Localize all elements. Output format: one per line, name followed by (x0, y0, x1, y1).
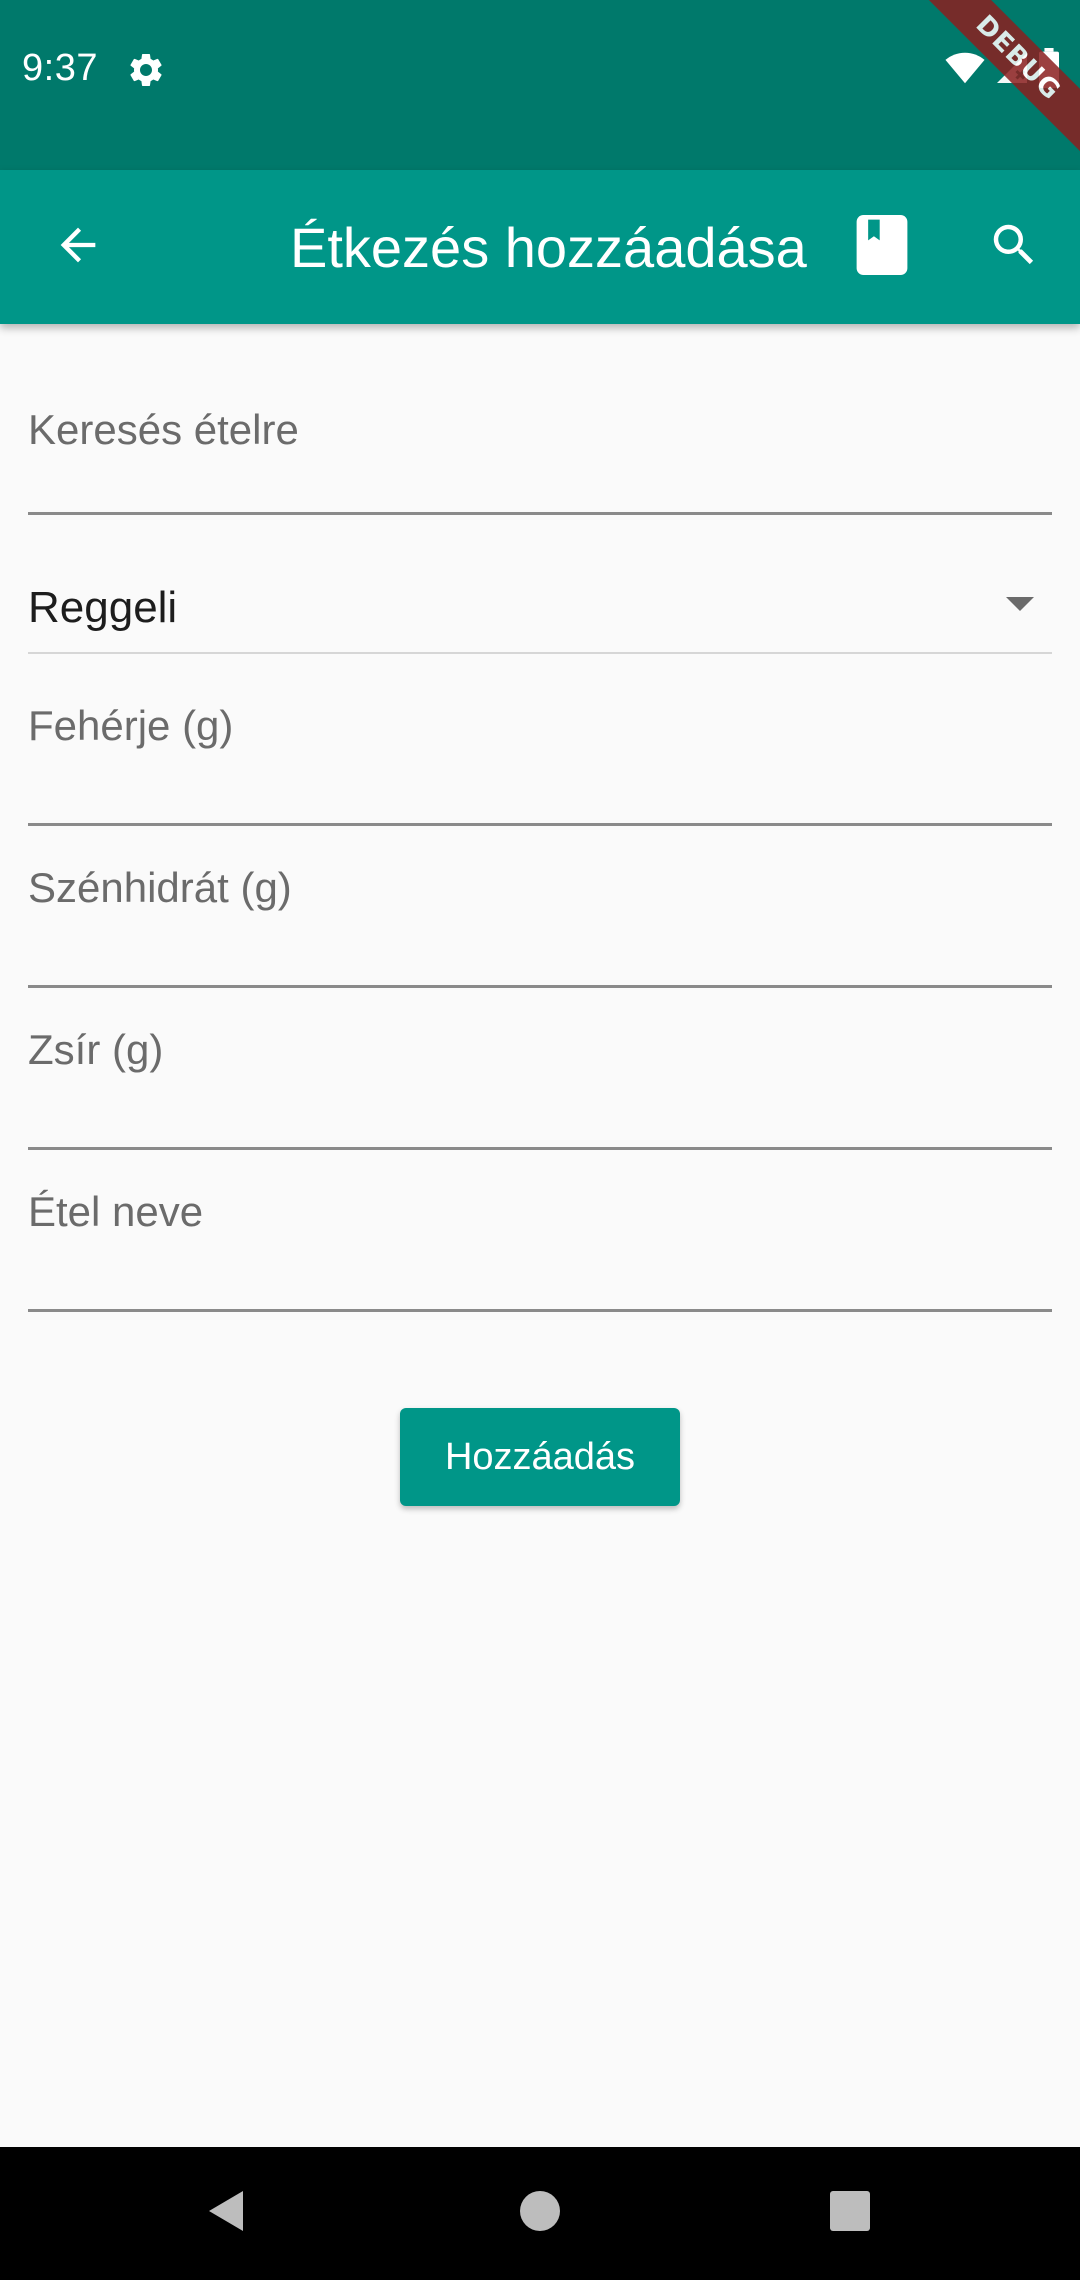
fat-label: Zsír (g) (28, 1026, 164, 1073)
food-name-label: Étel neve (28, 1188, 204, 1235)
protein-label: Fehérje (g) (28, 702, 234, 749)
nav-home-button[interactable] (500, 2173, 580, 2253)
food-search-field[interactable]: Keresés ételre (28, 400, 1052, 515)
food-book-button[interactable] (834, 199, 930, 295)
page-title: Étkezés hozzáadása (290, 216, 807, 279)
status-time: 9:37 (22, 47, 98, 89)
protein-field[interactable]: Fehérje (g) (28, 656, 1052, 826)
back-button[interactable] (30, 199, 126, 295)
meal-type-dropdown[interactable]: Reggeli (28, 552, 1052, 654)
dropdown-arrow-icon (1006, 597, 1034, 611)
carbs-field[interactable]: Szénhidrát (g) (28, 826, 1052, 988)
status-bar: 9:37 DEBUG (0, 0, 1080, 170)
nav-back-button[interactable] (186, 2173, 266, 2253)
app-bar: Étkezés hozzáadása (0, 170, 1080, 324)
wifi-icon (944, 51, 986, 90)
food-search-label: Keresés ételre (28, 406, 299, 453)
nav-recents-button[interactable] (810, 2173, 890, 2253)
meal-type-value: Reggeli (28, 583, 178, 632)
settings-gear-icon (126, 50, 166, 90)
food-name-field[interactable]: Étel neve (28, 1150, 1052, 1312)
add-meal-button[interactable]: Hozzáadás (400, 1408, 680, 1506)
search-icon (987, 218, 1041, 277)
system-navigation-bar (0, 2147, 1080, 2280)
fat-field[interactable]: Zsír (g) (28, 988, 1052, 1150)
home-circle-icon (518, 2189, 562, 2238)
arrow-back-icon (52, 219, 104, 276)
recents-square-icon (829, 2190, 871, 2237)
back-triangle-icon (203, 2187, 249, 2240)
carbs-label: Szénhidrát (g) (28, 864, 292, 911)
search-button[interactable] (966, 199, 1062, 295)
book-icon (856, 214, 908, 280)
